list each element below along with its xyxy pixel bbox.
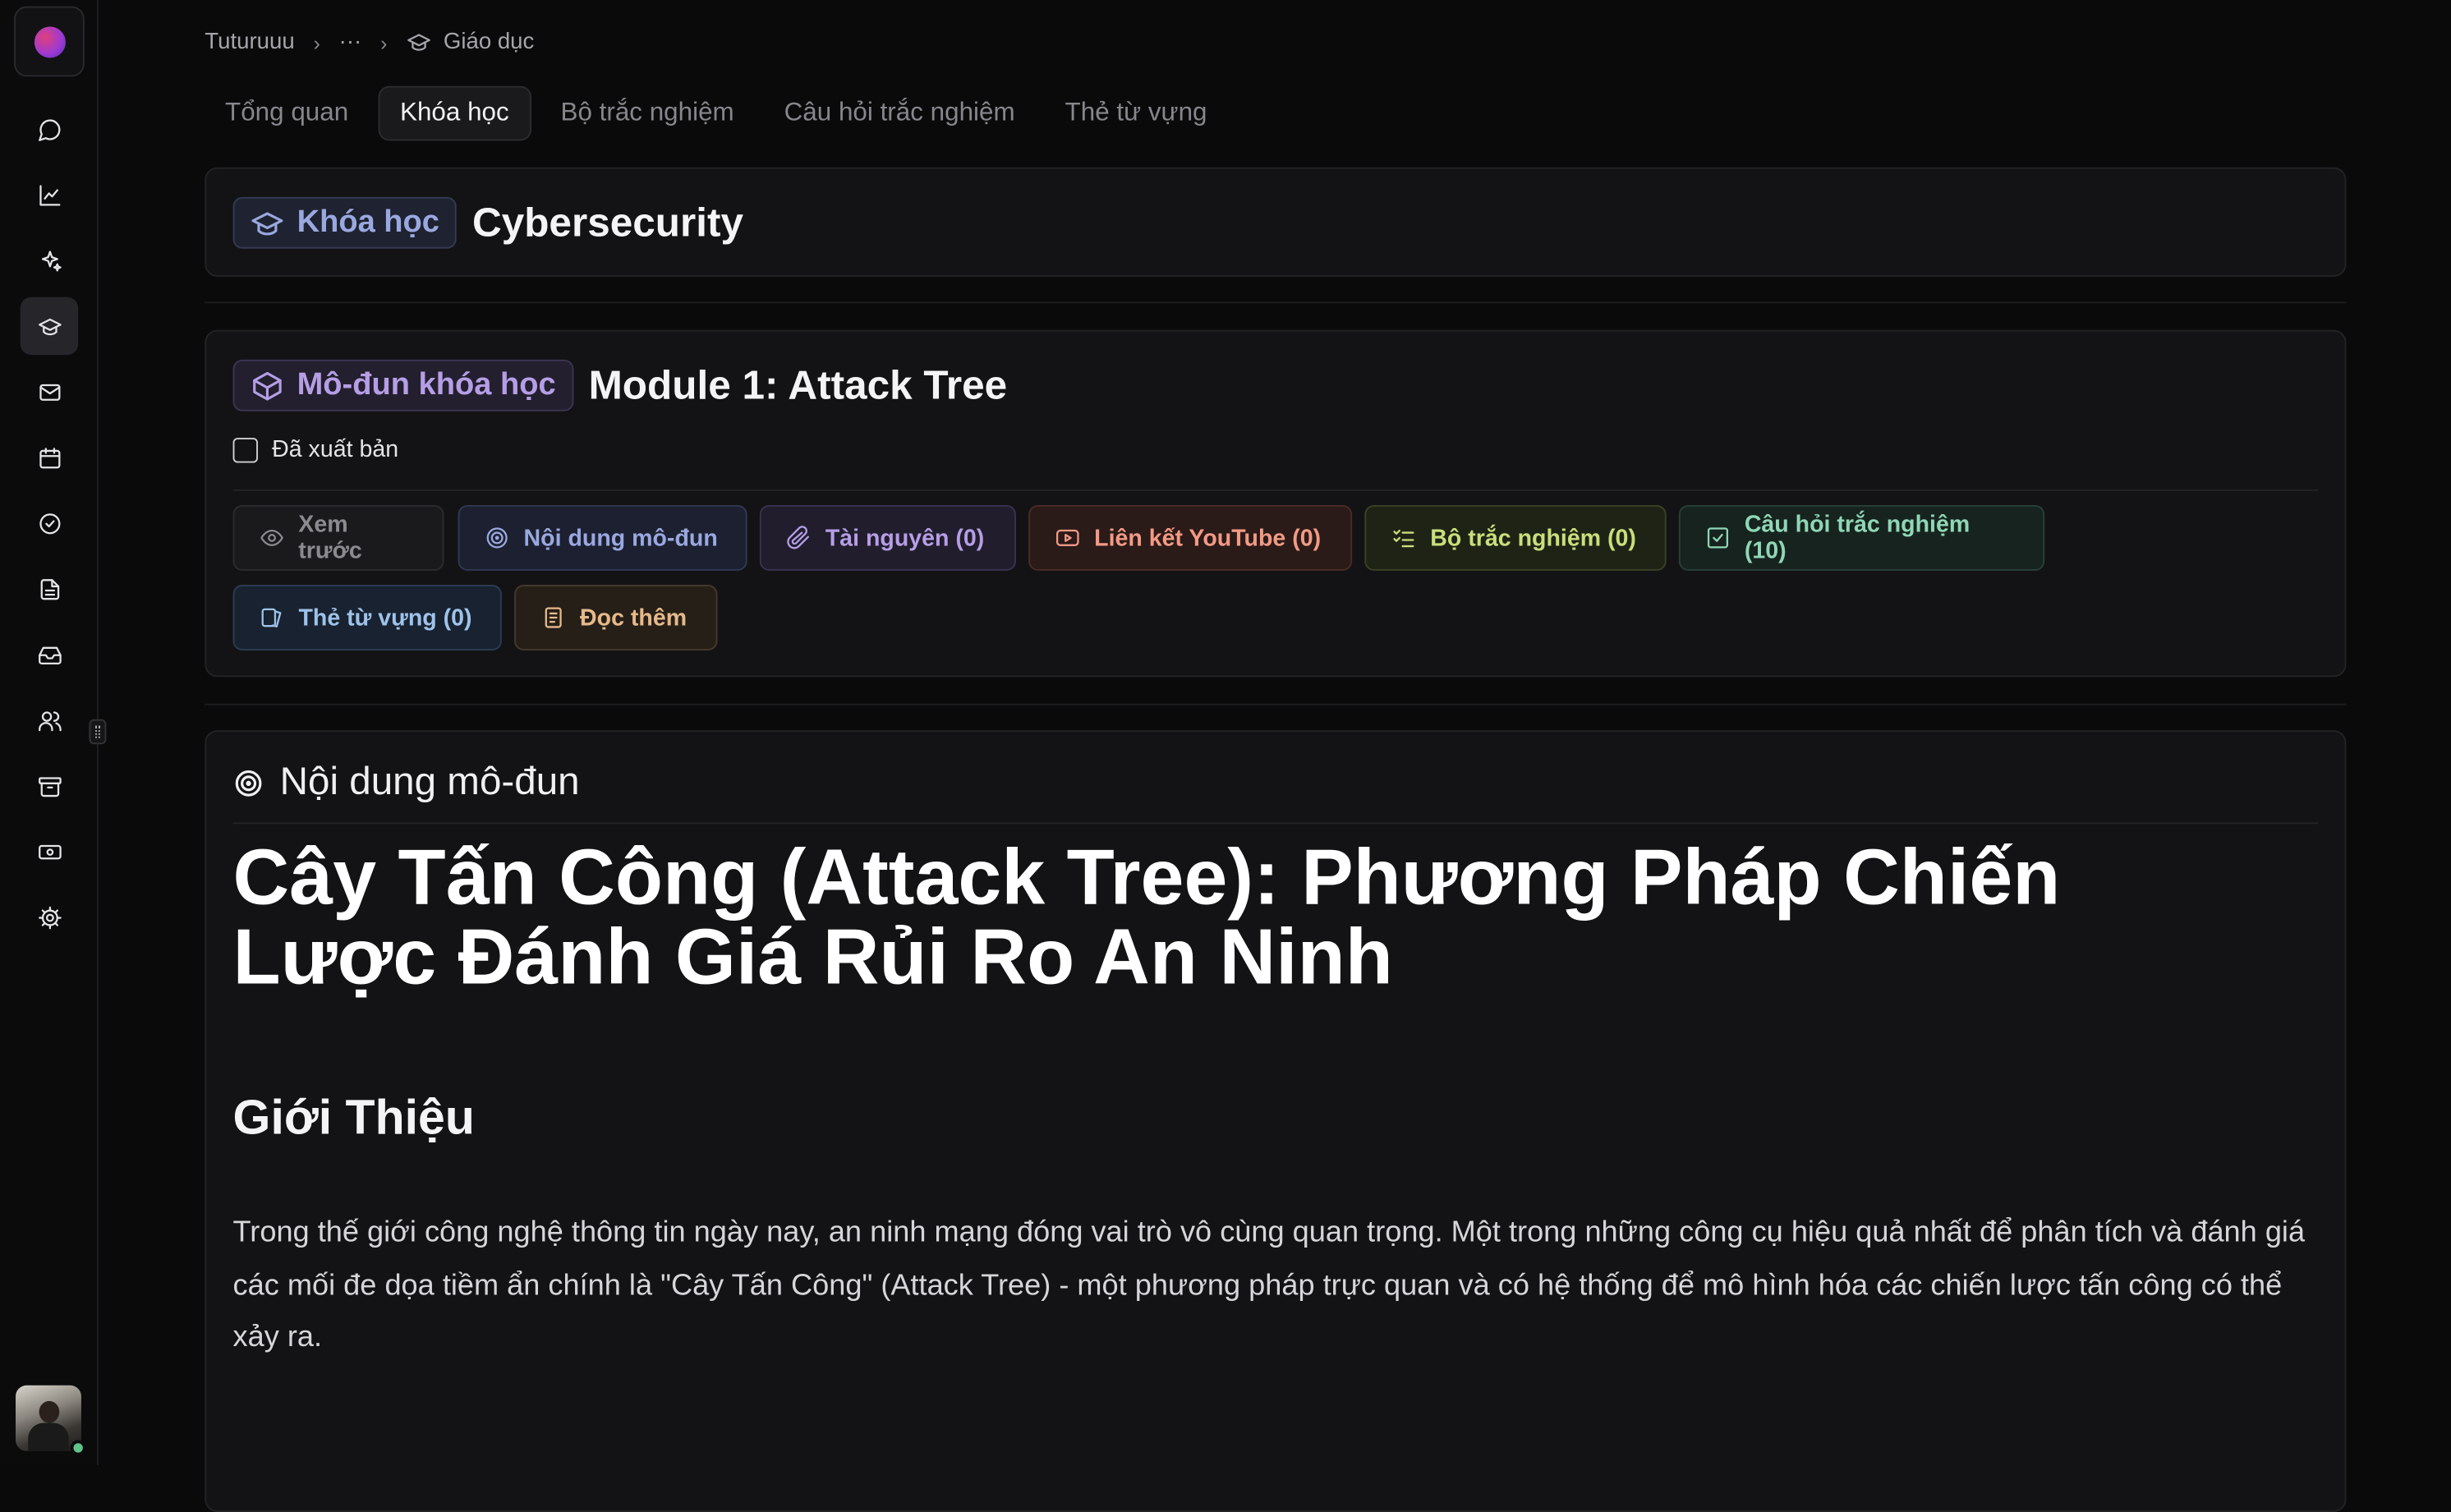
read-more-button-label: Đọc thêm xyxy=(580,604,687,632)
read-more-button[interactable]: Đọc thêm xyxy=(514,585,718,650)
quizzes-button-label: Câu hỏi trắc nghiệm (10) xyxy=(1744,511,1970,565)
archive-icon[interactable] xyxy=(21,756,78,814)
content-header-label: Nội dung mô-đun xyxy=(279,760,580,804)
preview-button-label: Xem trước xyxy=(298,511,362,565)
flashcards-button-label: Thẻ từ vựng (0) xyxy=(298,604,472,632)
chevron-right-icon: › xyxy=(313,30,320,54)
module-title-row: Mô-đun khóa học Module 1: Attack Tree xyxy=(232,359,1008,411)
breadcrumb-current-label: Giáo dục xyxy=(443,30,535,55)
users-icon[interactable] xyxy=(21,691,78,748)
check-circle-icon[interactable] xyxy=(21,494,78,552)
quizzes-button[interactable]: Câu hỏi trắc nghiệm (10) xyxy=(1678,504,2045,571)
course-badge: Khóa học xyxy=(232,196,457,249)
youtube-links-button[interactable]: Liên kết YouTube (0) xyxy=(1028,504,1353,571)
main-content: Tuturuuu › ··· › Giáo dục Tổng quan Khóa… xyxy=(99,0,2451,1512)
app-logo[interactable] xyxy=(14,6,85,77)
module-content-card: Nội dung mô-đun Cây Tấn Công (Attack Tre… xyxy=(205,730,2347,1512)
module-title: Module 1: Attack Tree xyxy=(588,361,1008,408)
breadcrumb-root[interactable]: Tuturuuu xyxy=(205,30,294,54)
ticket-icon[interactable] xyxy=(21,822,78,880)
module-badge-label: Mô-đun khóa học xyxy=(297,367,556,402)
course-card: Khóa học Cybersecurity xyxy=(205,167,2347,277)
resources-button[interactable]: Tài nguyên (0) xyxy=(759,504,1016,571)
breadcrumb: Tuturuuu › ··· › Giáo dục xyxy=(205,26,534,57)
tab-quiz-sets[interactable]: Bộ trắc nghiệm xyxy=(540,86,755,141)
cards-icon xyxy=(261,608,282,627)
user-avatar[interactable] xyxy=(16,1385,81,1451)
course-title-row: Khóa học Cybersecurity xyxy=(232,196,743,249)
target-icon xyxy=(486,527,508,549)
mail-icon[interactable] xyxy=(21,363,78,421)
book-icon xyxy=(545,607,562,628)
preview-button[interactable]: Xem trước xyxy=(232,504,444,571)
graduation-cap-icon xyxy=(251,211,283,235)
breadcrumb-ellipsis[interactable]: ··· xyxy=(339,30,362,54)
graduation-cap-icon[interactable] xyxy=(20,296,79,356)
course-title: Cybersecurity xyxy=(471,198,743,246)
check-square-icon xyxy=(1707,527,1729,549)
graduation-cap-icon xyxy=(407,34,430,51)
list-checks-icon xyxy=(1393,529,1414,548)
eye-icon xyxy=(260,529,283,546)
online-status-indicator xyxy=(70,1440,86,1456)
chart-icon[interactable] xyxy=(21,166,78,223)
settings-icon[interactable] xyxy=(21,888,78,945)
quiz-sets-button[interactable]: Bộ trắc nghiệm (0) xyxy=(1364,504,1667,571)
published-checkbox[interactable] xyxy=(232,437,259,462)
content-paragraph: Trong thế giới công nghệ thông tin ngày … xyxy=(232,1216,2306,1354)
module-card: Mô-đun khóa học Module 1: Attack Tree Đã… xyxy=(205,329,2347,678)
youtube-links-button-label: Liên kết YouTube (0) xyxy=(1094,524,1322,552)
published-label: Đã xuất bản xyxy=(272,436,399,463)
breadcrumb-current[interactable]: Giáo dục xyxy=(406,30,535,55)
content-heading: Cây Tấn Công (Attack Tree): Phương Pháp … xyxy=(232,833,2061,1001)
tab-overview[interactable]: Tổng quan xyxy=(205,86,369,141)
tab-courses[interactable]: Khóa học xyxy=(378,85,531,141)
logo-icon xyxy=(33,25,65,57)
box-icon xyxy=(253,371,282,400)
content-subheading: Giới Thiệu xyxy=(232,1089,475,1145)
module-content-button[interactable]: Nội dung mô-đun xyxy=(458,504,747,571)
inbox-icon[interactable] xyxy=(21,626,78,683)
divider xyxy=(205,301,2347,304)
calendar-icon[interactable] xyxy=(21,429,78,486)
sparkles-icon[interactable] xyxy=(21,232,78,289)
target-icon xyxy=(235,770,262,796)
tab-quizzes[interactable]: Câu hỏi trắc nghiệm xyxy=(764,86,1036,141)
flashcards-button[interactable]: Thẻ từ vựng (0) xyxy=(232,585,502,650)
chevron-right-icon: › xyxy=(380,30,388,54)
module-badge: Mô-đun khóa học xyxy=(232,359,573,411)
published-toggle[interactable]: Đã xuất bản xyxy=(232,436,399,463)
chat-icon[interactable] xyxy=(21,100,78,158)
content-header: Nội dung mô-đun xyxy=(233,760,580,805)
document-icon[interactable] xyxy=(21,560,78,618)
tab-flashcards[interactable]: Thẻ từ vựng xyxy=(1045,86,1227,141)
divider xyxy=(232,822,2319,825)
divider xyxy=(205,703,2347,705)
paperclip-icon xyxy=(787,526,810,549)
youtube-icon xyxy=(1055,529,1079,546)
module-content-button-label: Nội dung mô-đun xyxy=(523,524,718,552)
sidebar xyxy=(0,0,99,1465)
quiz-sets-button-label: Bộ trắc nghiệm (0) xyxy=(1430,524,1636,552)
course-badge-label: Khóa học xyxy=(297,205,439,240)
tab-bar: Tổng quan Khóa học Bộ trắc nghiệm Câu hỏ… xyxy=(205,85,1236,141)
resources-button-label: Tài nguyên (0) xyxy=(825,524,985,552)
divider xyxy=(232,489,2319,491)
